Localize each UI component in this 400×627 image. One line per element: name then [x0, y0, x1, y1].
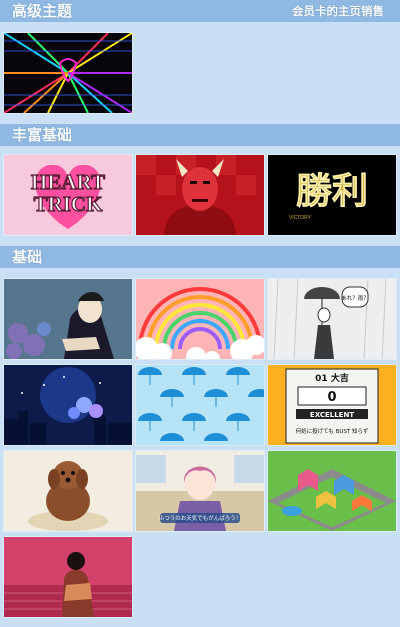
theme-thumb-victory[interactable]: 勝利 VICTORY — [268, 155, 396, 235]
heart-trick-line-2: TRICK — [34, 192, 104, 216]
theme-thumb-red-devil[interactable] — [136, 155, 264, 235]
anime-caption: ふつうのお天気でもがんばろう！ — [159, 514, 242, 522]
theme-thumb-slot-card[interactable]: 01 大吉 0 EXCELLENT 何処に投げても BUST 知らず — [268, 365, 396, 445]
theme-thumb-rainbow[interactable] — [136, 279, 264, 359]
slot-score: 0 — [327, 390, 336, 405]
theme-thumb-toy-poodle[interactable] — [4, 451, 132, 531]
theme-thumb-night-city[interactable] — [4, 365, 132, 445]
section-title: 丰富基础 — [12, 126, 73, 144]
theme-thumb-kimono-sunset[interactable] — [4, 537, 132, 617]
theme-thumb-kabuki[interactable] — [4, 279, 132, 359]
section-title: 基础 — [12, 248, 43, 266]
section-header-basic: 基础 — [0, 246, 400, 268]
theme-thumb-isometric-city[interactable] — [268, 451, 396, 531]
slot-header: 01 大吉 — [315, 372, 349, 384]
section-title: 高级主题 — [12, 2, 73, 20]
slot-note: 何処に投げても BUST 知らず — [296, 427, 369, 435]
theme-thumb-blue-umbrellas[interactable] — [136, 365, 264, 445]
theme-thumb-heart-trick[interactable]: HEART TRICK — [4, 155, 132, 235]
victory-subtitle: VICTORY — [289, 215, 312, 221]
heart-trick-line-1: HEART — [31, 170, 105, 194]
section-header-premium: 高级主题 会员卡的主页销售 — [0, 0, 400, 22]
member-card-sales-link[interactable]: 会员卡的主页销售 — [292, 0, 384, 22]
theme-thumb-anime-girl[interactable]: ふつうのお天気でもがんばろう！ — [136, 451, 264, 531]
victory-kanji: 勝利 — [296, 170, 368, 212]
manga-speech-bubble: あれ？雨？ — [341, 295, 369, 302]
section-header-rich: 丰富基础 — [0, 124, 400, 146]
theme-thumb-neon-grid[interactable] — [4, 33, 132, 113]
theme-thumb-manga-umbrella[interactable]: あれ？雨？ — [268, 279, 396, 359]
slot-badge: EXCELLENT — [310, 411, 354, 419]
